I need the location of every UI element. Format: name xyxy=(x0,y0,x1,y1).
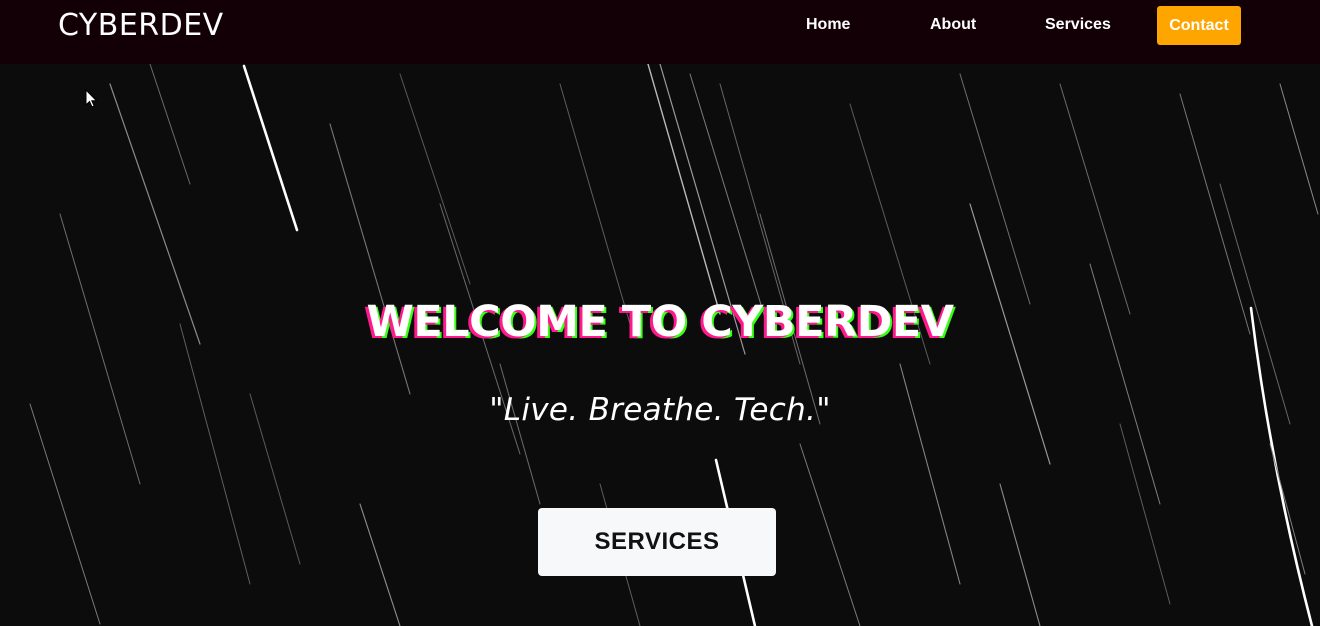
star-trail xyxy=(959,73,1031,305)
brand-logo-text[interactable]: CYBERDEV xyxy=(58,8,224,43)
star-trail xyxy=(149,64,191,185)
star-trail xyxy=(1279,83,1319,215)
star-trail xyxy=(1249,306,1314,626)
star-trail xyxy=(689,73,771,335)
hero-section: WELCOME TO CYBERDEV "Live. Breathe. Tech… xyxy=(0,64,1320,626)
nav-link-home[interactable]: Home xyxy=(806,16,850,34)
star-trail xyxy=(29,403,101,625)
star-trail xyxy=(999,483,1041,626)
nav-contact-button[interactable]: Contact xyxy=(1157,6,1241,45)
star-trail xyxy=(1269,443,1306,575)
nav-link-services[interactable]: Services xyxy=(1045,16,1111,34)
star-trail xyxy=(329,123,411,395)
arrow-cursor-icon xyxy=(85,89,98,108)
star-trail xyxy=(359,503,401,626)
star-trail xyxy=(59,213,141,485)
star-trail xyxy=(647,64,721,315)
star-trail xyxy=(559,83,631,325)
star-trail xyxy=(799,443,861,626)
star-trail xyxy=(179,323,251,585)
hero-title: WELCOME TO CYBERDEV xyxy=(366,297,954,347)
star-trail xyxy=(399,73,471,285)
nav-link-about[interactable]: About xyxy=(930,16,976,34)
star-trail xyxy=(242,64,299,232)
hero-tagline: "Live. Breathe. Tech." xyxy=(489,392,831,428)
services-button[interactable]: SERVICES xyxy=(538,508,776,576)
star-trail xyxy=(499,363,541,505)
top-navbar: CYBERDEV Home About Services Contact xyxy=(0,0,1320,64)
